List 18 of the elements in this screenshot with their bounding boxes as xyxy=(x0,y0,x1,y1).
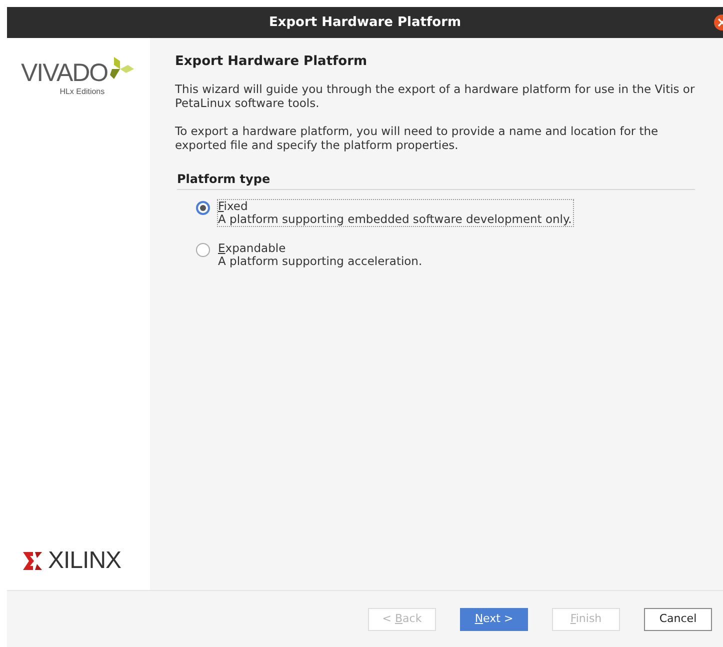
logo-text: XILINX xyxy=(48,549,122,573)
dialog-button[interactable]: Cancel xyxy=(644,608,712,630)
radio-button[interactable] xyxy=(196,242,210,256)
description-text: To export a hardware platform, you will need to provide a name and location for the exported file and specify the platform properties. xyxy=(175,124,660,152)
xilinx-mark-icon xyxy=(23,552,42,570)
radio-button[interactable] xyxy=(196,200,210,214)
description-text: This wizard will guide you through the export of a hardware platform for use in the Vitis or PetaLinux software tools. xyxy=(175,82,695,110)
window-title: Export Hardware Platform xyxy=(268,14,462,32)
logo-subtitle: HLx Editions xyxy=(60,86,105,98)
leaf-icon xyxy=(108,55,134,81)
page-heading: Export Hardware Platform xyxy=(175,53,368,71)
dialog-button[interactable]: Next > xyxy=(460,608,528,630)
section-title: Platform type xyxy=(177,170,695,190)
option-description: A platform supporting embedded software development only. xyxy=(218,212,572,226)
option-description: A platform supporting acceleration. xyxy=(218,254,422,268)
option-label[interactable]: Fixed xyxy=(218,200,248,212)
option-label[interactable]: Expandable xyxy=(218,242,286,254)
logo-text: VIVADO xyxy=(21,61,108,86)
